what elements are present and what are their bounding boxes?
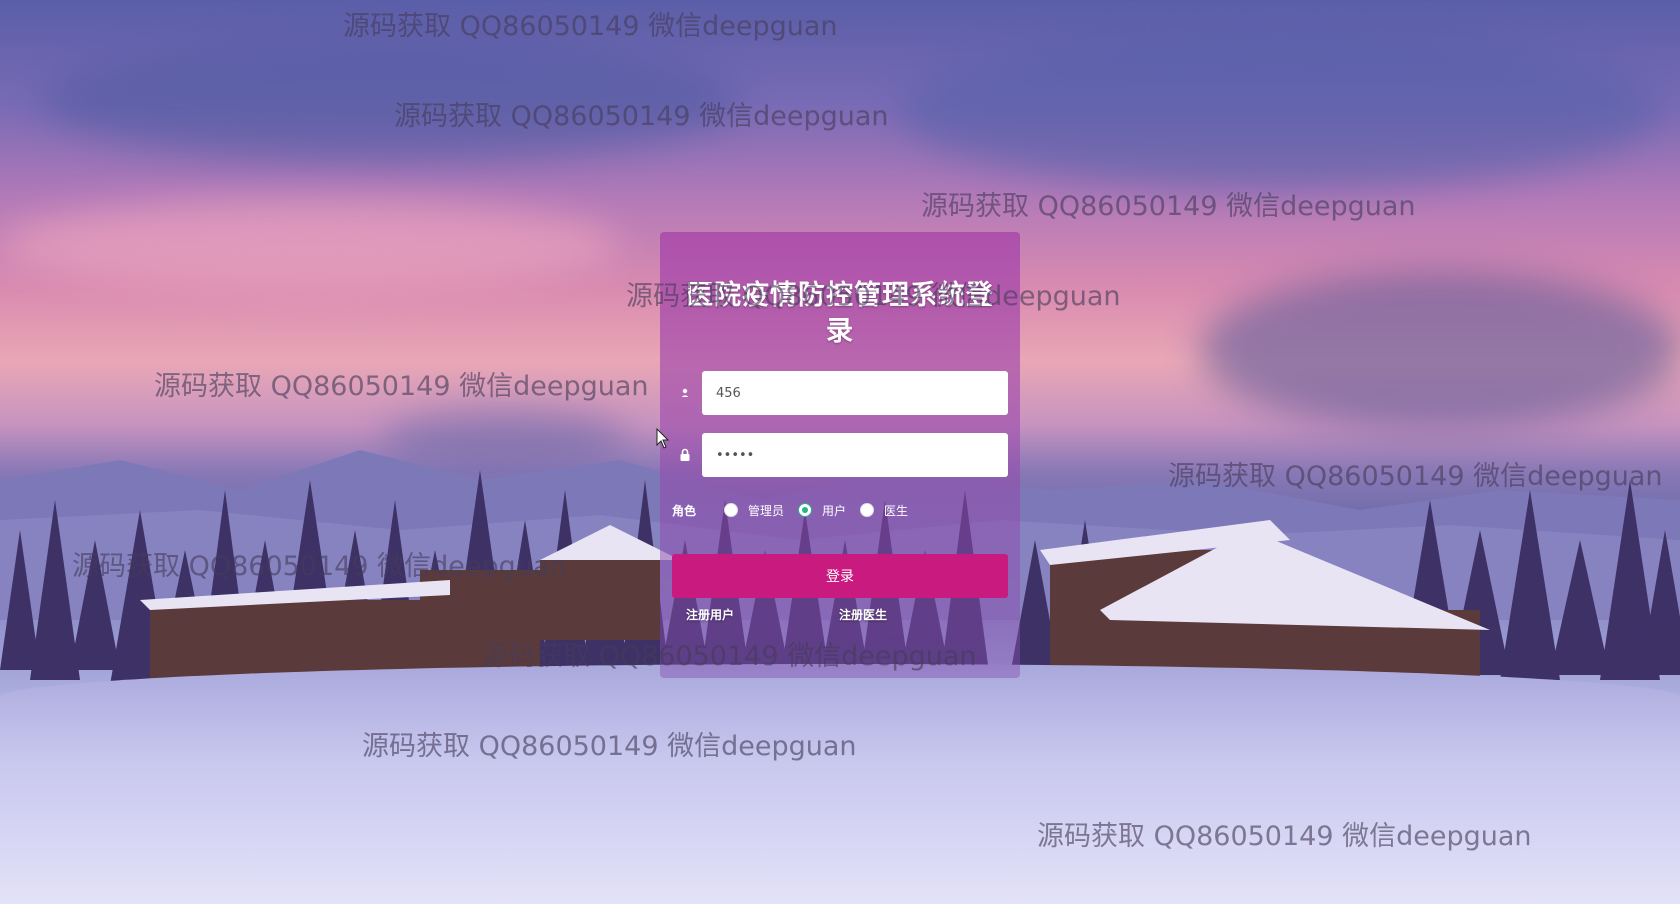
background-snow: [0, 664, 1680, 904]
login-title: 医院疫情防控管理系统登录: [686, 280, 994, 347]
username-input[interactable]: [702, 371, 1008, 415]
role-radio-doctor[interactable]: 医生: [860, 502, 908, 519]
radio-button[interactable]: [860, 503, 875, 517]
background-cloud: [40, 40, 740, 160]
role-radio-admin[interactable]: 管理员: [724, 502, 784, 519]
watermark-text: 源码获取 QQ86050149 微信deepguan: [921, 191, 1416, 222]
password-input[interactable]: [702, 433, 1008, 477]
background-cloud: [0, 200, 620, 290]
watermark-text: 源码获取 QQ86050149 微信deepguan: [343, 11, 838, 42]
user-icon: [681, 388, 689, 397]
watermark-text: 源码获取 QQ86050149 微信deepguan: [154, 371, 649, 402]
login-panel: 医院疫情防控管理系统登录 角色 管理员 用户: [660, 232, 1020, 678]
password-row: [660, 433, 1020, 477]
username-row: [660, 371, 1020, 415]
mouse-cursor-icon: [656, 428, 670, 449]
lock-icon: [680, 448, 690, 461]
role-radio-label: 管理员: [748, 503, 785, 518]
role-radio-label: 医生: [884, 503, 909, 518]
login-page: 医院疫情防控管理系统登录 角色 管理员 用户: [0, 0, 1680, 904]
radio-button-checked[interactable]: [798, 503, 813, 517]
role-selector: 角色 管理员 用户 医生: [672, 498, 922, 522]
register-doctor-link[interactable]: 注册医生: [839, 606, 887, 623]
role-label: 角色: [672, 503, 697, 518]
login-button[interactable]: 登录: [672, 554, 1008, 598]
background-cloud: [900, 30, 1660, 190]
register-user-link[interactable]: 注册用户: [686, 606, 734, 623]
radio-button[interactable]: [724, 503, 739, 517]
role-radio-user[interactable]: 用户: [798, 502, 846, 519]
background-cloud: [1200, 270, 1680, 430]
role-radio-label: 用户: [822, 503, 847, 518]
